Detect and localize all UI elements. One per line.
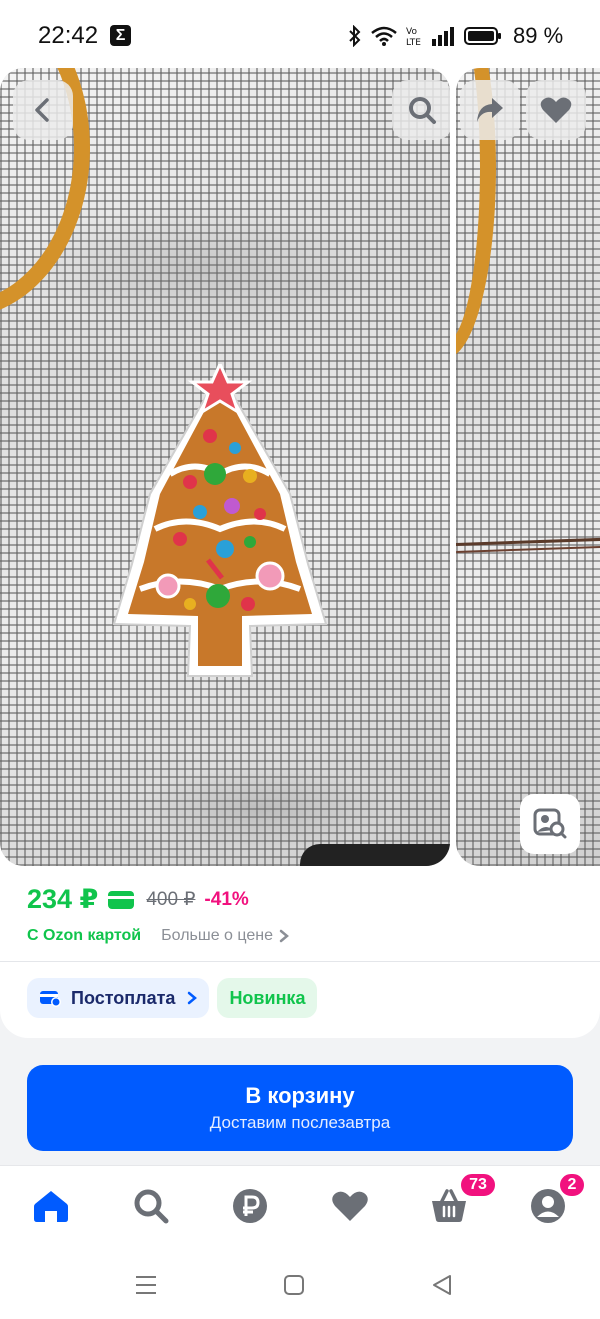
back-button[interactable] [13,80,73,140]
search-icon [134,1189,169,1224]
chevron-right-icon[interactable] [279,929,289,943]
more-about-price-link[interactable]: Больше о цене [161,927,273,945]
status-time: 22:42 [38,22,99,49]
search-icon [409,97,436,124]
home-icon [34,1191,68,1222]
system-home-button[interactable] [279,1270,309,1300]
product-gallery[interactable] [0,68,600,868]
ruble-icon [233,1189,267,1223]
share-button[interactable] [460,80,520,140]
favorite-button[interactable] [526,80,586,140]
postpay-label: Постоплата [71,987,176,1008]
discount-badge: -41% [204,888,249,910]
status-icons: Vo LTE 89 % [348,22,563,50]
battery-icon [464,27,501,45]
ozon-card-label: С Ozon картой [27,927,142,944]
new-label: Новинка [229,987,306,1008]
nav-home[interactable] [31,1186,71,1226]
ozon-card-icon [108,890,135,909]
bluetooth-icon [349,25,361,47]
new-badge: Новинка [217,978,318,1018]
profile-count-badge: 2 [558,1172,586,1198]
chevron-right-icon [188,991,198,1005]
svg-text:LTE: LTE [406,38,421,47]
wifi-icon [371,26,397,46]
back-icon [35,98,49,122]
volte-icon: VoLTE [406,27,421,47]
square-icon [284,1275,304,1295]
divider [0,961,600,962]
search-button[interactable] [392,80,450,140]
system-navigation [0,1250,600,1319]
cart-count-badge: 73 [459,1172,497,1198]
product-chips: Постоплата Новинка [27,978,318,1018]
signal-icon [432,27,454,46]
product-photo[interactable] [0,68,450,866]
battery-percent: 89 % [513,23,564,48]
recent-apps-button[interactable] [131,1270,161,1300]
next-photo[interactable] [456,68,600,866]
status-bar: 22:42 Σ Vo LTE 89 % [0,0,600,68]
nav-finance[interactable] [230,1186,270,1226]
add-to-cart-label: В корзину [245,1083,355,1108]
nav-favorites[interactable] [330,1186,370,1226]
heart-icon [332,1191,368,1221]
lens-search-icon [533,808,567,839]
delivery-label: Доставим послезавтра [209,1113,391,1132]
price-card: 234 ₽ 400 ₽ -41% С Ozon картой Больше о … [0,868,600,1038]
triangle-back-icon [433,1275,451,1295]
current-price: 234 ₽ [27,884,99,914]
product-page: 22:42 Σ Vo LTE 89 % 234 ₽ 400 ₽ -41% С O… [0,0,600,1319]
sigma-icon: Σ [110,25,131,46]
price-row: 234 ₽ 400 ₽ -41% [27,884,249,915]
add-to-cart-button[interactable]: В корзину Доставим послезавтра [27,1065,573,1151]
share-icon [477,98,503,122]
heart-icon [540,97,572,123]
gingerbread-tree-image [110,360,330,689]
svg-text:Vo: Vo [406,27,417,37]
lens-search-button[interactable] [520,794,580,854]
menu-icon [136,1276,156,1294]
postpay-card-icon [40,991,61,1007]
nav-search[interactable] [131,1186,171,1226]
system-back-button[interactable] [427,1270,457,1300]
price-details-row: С Ozon картой Больше о цене [27,927,289,945]
old-price: 400 ₽ [146,889,196,910]
postpay-chip[interactable]: Постоплата [27,978,210,1018]
